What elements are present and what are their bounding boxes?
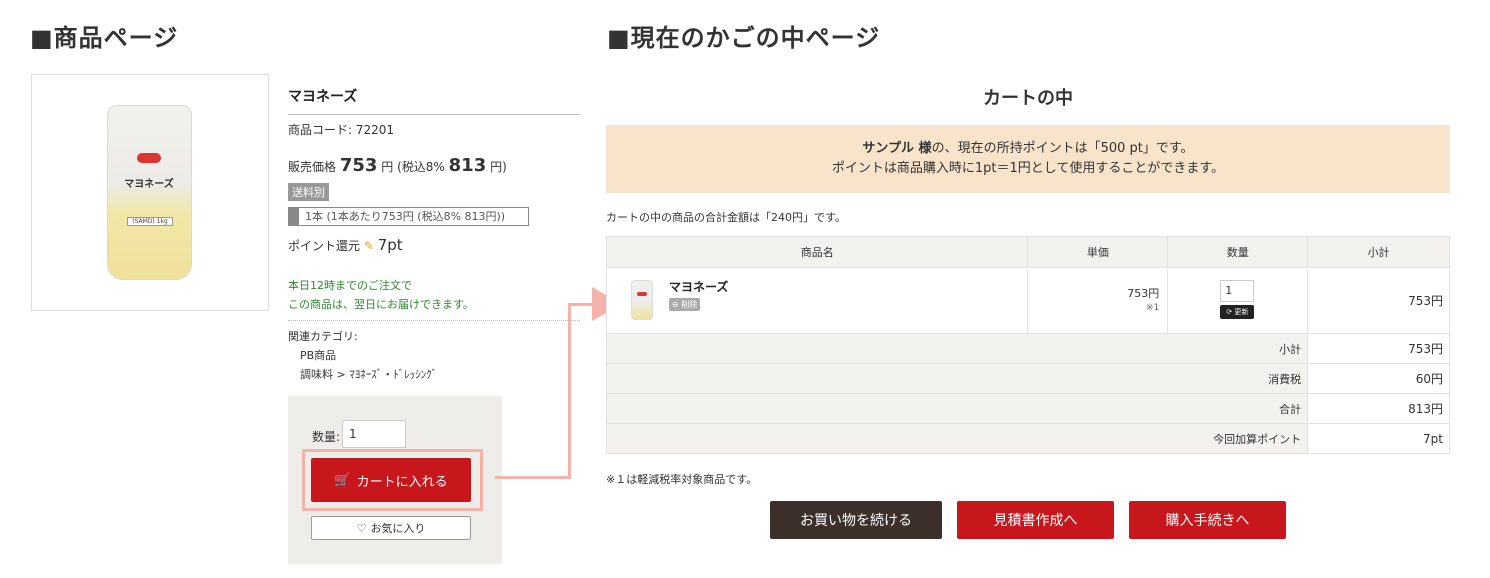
header-product-name: 商品名 [605,236,1029,268]
bag-label: マヨネーズ [124,179,174,190]
delete-label: 削除 [681,300,698,309]
cart-total-message: カートの中の商品の合計金額は「240円」です。 [606,211,846,224]
summary-value: 753円 [1307,333,1450,364]
banner-line-2: ポイントは商品購入時に1pt＝1円として使用することができます。 [831,161,1225,176]
summary-label: 今回加算ポイント [605,423,1309,454]
product-code: 商品コード: 72201 [288,123,395,137]
header-unit-price: 単価 [1027,236,1169,268]
connector-line-horizontal [495,476,571,479]
connector-line-vertical [568,305,571,479]
cart-icon: 🛒 [334,472,351,488]
bag-size-label: (SAMD) 1kg [127,217,173,226]
delete-button[interactable]: ⊖ 削除 [669,298,701,311]
unit-option[interactable]: 1本 (1本あたり753円 (税込8% 813円)) [288,207,529,226]
points-label: ポイント還元 [288,239,361,253]
summary-row: 小計 753円 [605,333,1450,364]
summary-value: 7pt [1307,423,1450,454]
related-categories: 関連カテゴリ: PB商品 調味料 > ﾏﾖﾈｰｽﾞ・ﾄﾞﾚｯｼﾝｸﾞ [288,327,437,384]
summary-label: 消費税 [605,363,1309,394]
create-quote-button[interactable]: 見積書作成へ [957,501,1114,539]
checkout-button[interactable]: 購入手続きへ [1129,501,1286,539]
summary-value: 813円 [1307,393,1450,424]
points-value: 7pt [377,236,403,254]
update-button[interactable]: ⟳ 更新 [1220,305,1255,319]
connector-line-top [568,303,594,306]
price-yen: 円 [381,160,394,174]
table-header-row: 商品名 単価 数量 小計 [605,236,1450,268]
price-line: 販売価格 753 円 (税込8% 813 円) [288,155,507,176]
category-link-seasoning[interactable]: 調味料 > ﾏﾖﾈｰｽﾞ・ﾄﾞﾚｯｼﾝｸﾞ [288,365,437,384]
customer-name: サンプル 様 [862,141,932,156]
quantity-input[interactable]: 1 [342,420,406,448]
summary-value: 60円 [1307,363,1450,394]
table-row: マヨネーズ ⊖ 削除 753円 ※1 1 ⟳ 更新 753円 [605,267,1450,334]
favorite-label: お気に入り [370,522,426,535]
item-quantity-input[interactable]: 1 [1220,280,1255,302]
points-line: ポイント還元 ✎ 7pt [288,236,403,254]
category-link-pb[interactable]: PB商品 [288,346,437,365]
price-label: 販売価格 [288,160,337,174]
pencil-icon: ✎ [363,239,374,253]
delivery-notice: 本日12時までのご注文で この商品は、翌日にお届けできます。 [288,276,580,321]
product-image: マヨネーズ (SAMD) 1kg [31,74,269,311]
section-heading-cart-page: ■現在のかごの中ページ [607,24,881,52]
item-price: 753円 [1127,286,1160,300]
update-label: 更新 [1234,308,1249,316]
add-to-cart-button[interactable]: 🛒 カートに入れる [311,458,471,502]
item-subtotal: 753円 [1307,267,1450,334]
delivery-line-1: 本日12時までのご注文で [288,279,412,292]
item-cell: マヨネーズ ⊖ 削除 [605,267,1029,334]
section-heading-product-page: ■商品ページ [30,24,179,52]
product-name: マヨネーズ [288,86,580,115]
header-subtotal: 小計 [1307,236,1450,268]
mayonnaise-bag-illustration: マヨネーズ (SAMD) 1kg [107,105,192,280]
price-value: 753 [339,155,378,176]
favorite-button[interactable]: ♡ お気に入り [311,516,471,540]
item-name[interactable]: マヨネーズ [669,278,728,295]
add-to-cart-panel: 数量: 1 🛒 カートに入れる ♡ お気に入り [288,396,502,564]
summary-label: 合計 [605,393,1309,424]
points-banner: サンプル 様の、現在の所持ポイントは「500 pt」です。 ポイントは商品購入時… [606,125,1450,193]
reduced-tax-footnote: ※１は軽減税率対象商品です。 [606,473,758,486]
tax-price-value: 813 [448,155,487,176]
tax-yen: 円) [490,160,507,174]
item-qty-cell: 1 ⟳ 更新 [1167,267,1309,334]
add-to-cart-label: カートに入れる [356,474,448,490]
summary-row: 消費税 60円 [605,363,1450,394]
tax-label: (税込8% [397,160,445,174]
brand-logo [137,153,161,163]
banner-points-text: の、現在の所持ポイントは「500 pt」です。 [931,141,1194,156]
categories-label: 関連カテゴリ: [288,330,358,343]
item-note: ※1 [1146,302,1160,313]
summary-label: 小計 [605,333,1309,364]
continue-shopping-button[interactable]: お買い物を続ける [770,501,942,539]
summary-row: 合計 813円 [605,393,1450,424]
cart-table: 商品名 単価 数量 小計 マヨネーズ ⊖ 削除 753円 ※1 1 ⟳ 更新 7… [605,236,1450,454]
item-price-cell: 753円 ※1 [1027,267,1169,334]
quantity-label: 数量: [312,430,341,444]
heart-icon: ♡ [356,521,367,535]
shipping-badge: 送料別 [288,183,329,201]
item-thumbnail [631,280,653,320]
delivery-line-2: この商品は、翌日にお届けできます。 [288,298,474,311]
summary-row: 今回加算ポイント 7pt [605,423,1450,454]
header-quantity: 数量 [1167,236,1309,268]
cart-title: カートの中 [983,88,1073,109]
banner-line-1: サンプル 様の、現在の所持ポイントは「500 pt」です。 [606,139,1450,159]
